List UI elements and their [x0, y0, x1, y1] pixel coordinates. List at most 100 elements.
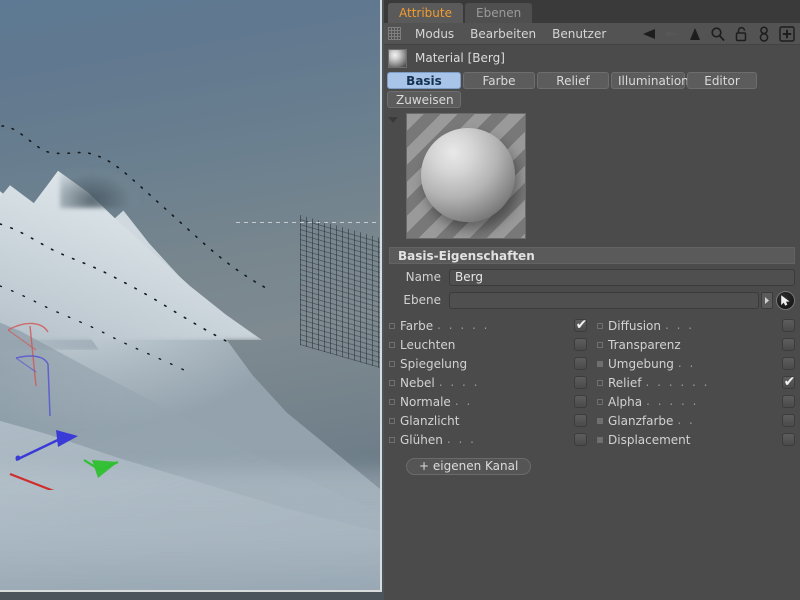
menu-benutzer[interactable]: Benutzer — [544, 24, 614, 44]
tab-attribute[interactable]: Attribute — [388, 3, 463, 23]
channel-row-alpha[interactable]: Alpha . . . . . — [597, 392, 795, 411]
channel-row-glanzlicht[interactable]: Glanzlicht — [389, 411, 587, 430]
channel-checkbox-spiegelung[interactable] — [574, 357, 587, 370]
tab-basis[interactable]: Basis — [387, 72, 461, 89]
channel-marker-icon — [389, 436, 395, 443]
person-icon[interactable] — [755, 25, 773, 43]
channel-checkbox-leuchten[interactable] — [574, 338, 587, 351]
material-preview-area — [384, 113, 800, 241]
chevron-right-icon[interactable] — [761, 291, 773, 309]
preview-sphere — [421, 128, 515, 222]
channel-label: Spiegelung — [400, 356, 468, 371]
channel-label: Alpha — [608, 394, 643, 409]
channel-row-relief[interactable]: Relief . . . . . . — [597, 373, 796, 392]
channel-label: Diffusion — [608, 318, 661, 333]
channel-label: Displacement — [608, 432, 691, 447]
assign-button[interactable]: Zuweisen — [387, 91, 461, 108]
chevron-down-icon[interactable] — [388, 117, 398, 123]
tab-editor[interactable]: Editor — [687, 72, 757, 89]
channel-marker-icon — [389, 417, 395, 424]
material-preview[interactable] — [406, 113, 526, 239]
ebene-input[interactable] — [449, 291, 759, 309]
channel-checkbox-displacement[interactable] — [782, 433, 795, 446]
channel-row-displacement[interactable]: Displacement — [597, 430, 795, 449]
channel-leader-dots: . . . . — [438, 374, 480, 389]
channel-checkbox-glanzlicht[interactable] — [574, 414, 587, 427]
tab-ebenen[interactable]: Ebenen — [465, 3, 533, 23]
channel-checkbox-glanzfarbe[interactable] — [782, 414, 795, 427]
name-field-row: Name — [389, 267, 795, 287]
channel-leader-dots: . . . . . — [646, 393, 699, 408]
channel-checkbox-normale[interactable] — [574, 395, 587, 408]
application-window: Attribute Ebenen Modus Bearbeiten Benutz… — [0, 0, 800, 600]
3d-viewport[interactable] — [0, 0, 384, 600]
channel-checkbox-transparenz[interactable] — [782, 338, 795, 351]
channel-row-farbe[interactable]: Farbe . . . . . — [389, 316, 588, 335]
unlock-icon[interactable] — [732, 25, 750, 43]
channel-row-nebel[interactable]: Nebel . . . . — [389, 373, 587, 392]
channel-label: Nebel — [400, 375, 435, 390]
channel-checkbox-umgebung[interactable] — [782, 357, 795, 370]
channel-row-umgebung[interactable]: Umgebung . . — [597, 354, 795, 373]
ebene-field-row: Ebene — [389, 290, 795, 310]
channel-marker-icon — [597, 436, 603, 443]
channel-leader-dots: . . . — [664, 317, 695, 332]
channel-label: Leuchten — [400, 337, 456, 352]
channel-row-spiegelung[interactable]: Spiegelung — [389, 354, 587, 373]
channel-label: Farbe — [400, 318, 434, 333]
channel-row-leuchten[interactable]: Leuchten — [389, 335, 587, 354]
channel-leader-dots: . . — [454, 393, 473, 408]
channel-label: Glanzfarbe — [608, 413, 674, 428]
tab-relief[interactable]: Relief — [537, 72, 609, 89]
channel-checkbox-gluehen[interactable] — [574, 433, 587, 446]
channel-label: Transparenz — [608, 337, 681, 352]
channel-label: Glühen — [400, 432, 443, 447]
material-channel-tabs: Basis Farbe Relief Illumination Editor — [384, 72, 800, 89]
grip-icon[interactable] — [388, 27, 401, 40]
viewport-ground-grid — [300, 215, 380, 370]
tab-farbe[interactable]: Farbe — [463, 72, 535, 89]
menu-bearbeiten[interactable]: Bearbeiten — [462, 24, 544, 44]
name-label: Name — [405, 270, 441, 284]
terrain-dark-peak — [60, 168, 140, 208]
tab-illumination[interactable]: Illumination — [611, 72, 689, 89]
back-arrow-icon[interactable] — [640, 25, 658, 43]
channel-row-normale[interactable]: Normale . . — [389, 392, 587, 411]
channel-label: Glanzlicht — [400, 413, 460, 428]
channel-marker-icon — [389, 322, 395, 329]
up-arrow-icon[interactable] — [686, 25, 704, 43]
cursor-pick-icon[interactable] — [776, 290, 795, 310]
channel-marker-icon — [597, 341, 603, 348]
forward-arrow-dim-icon[interactable] — [663, 25, 681, 43]
channel-leader-dots: . . . . . . — [645, 374, 710, 389]
channel-marker-icon — [389, 341, 395, 348]
attribute-manager-panel: Attribute Ebenen Modus Bearbeiten Benutz… — [384, 0, 800, 600]
ebene-label: Ebene — [403, 293, 441, 307]
name-input[interactable] — [449, 268, 795, 286]
channel-label: Relief — [608, 375, 642, 390]
channel-checkbox-relief[interactable] — [782, 373, 796, 391]
channel-label: Normale — [400, 394, 451, 409]
channel-row-transparenz[interactable]: Transparenz — [597, 335, 795, 354]
channel-marker-icon — [597, 417, 603, 424]
search-icon[interactable] — [709, 25, 727, 43]
channel-label: Umgebung — [608, 356, 674, 371]
channel-marker-icon — [389, 379, 395, 386]
channel-checkbox-alpha[interactable] — [782, 395, 795, 408]
channel-marker-icon — [597, 322, 603, 329]
material-header: Material [Berg] — [384, 45, 800, 71]
channel-row-gluehen[interactable]: Glühen . . . — [389, 430, 587, 449]
axis-gizmo[interactable] — [0, 310, 200, 490]
channel-marker-icon — [597, 398, 603, 405]
channel-row-diffusion[interactable]: Diffusion . . . — [597, 316, 795, 335]
add-channel-row: + eigenen Kanal — [384, 455, 800, 475]
menu-modus[interactable]: Modus — [407, 24, 462, 44]
channel-row-glanzfarbe[interactable]: Glanzfarbe . . — [597, 411, 795, 430]
channel-checkbox-farbe[interactable] — [574, 316, 588, 334]
channel-checkbox-diffusion[interactable] — [782, 319, 795, 332]
channel-checkbox-nebel[interactable] — [574, 376, 587, 389]
viewport-frame — [0, 0, 382, 592]
add-channel-button[interactable]: + eigenen Kanal — [406, 458, 532, 475]
panel-tabstrip: Attribute Ebenen — [384, 0, 800, 23]
plus-box-icon[interactable] — [778, 25, 796, 43]
